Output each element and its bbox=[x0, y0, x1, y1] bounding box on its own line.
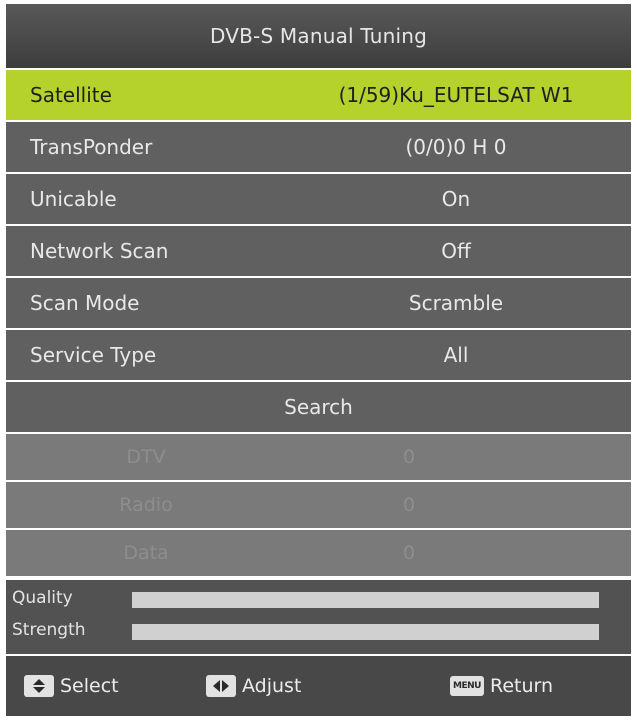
data-label: Data bbox=[123, 542, 169, 564]
dialog-title-text: DVB-S Manual Tuning bbox=[209, 24, 427, 48]
menu-item-transponder[interactable]: TransPonder (0/0)0 H 0 bbox=[6, 122, 631, 172]
strength-bar bbox=[132, 624, 599, 640]
search-label: Search bbox=[284, 395, 353, 419]
adjust-hint: Adjust bbox=[206, 656, 301, 716]
return-hint: MENU Return bbox=[450, 656, 553, 716]
scan-mode-label: Scan Mode bbox=[30, 291, 140, 315]
settings-menu: Satellite (1/59)Ku_EUTELSAT W1 TransPond… bbox=[6, 70, 631, 578]
menu-item-satellite[interactable]: Satellite (1/59)Ku_EUTELSAT W1 bbox=[6, 70, 631, 120]
strength-label: Strength bbox=[12, 620, 86, 640]
result-row-dtv: DTV 0 bbox=[6, 434, 631, 480]
select-hint: Select bbox=[24, 656, 119, 716]
unicable-label: Unicable bbox=[30, 187, 117, 211]
strength-bar-fill bbox=[132, 624, 599, 640]
network-scan-label: Network Scan bbox=[30, 239, 169, 263]
menu-item-service-type[interactable]: Service Type All bbox=[6, 330, 631, 380]
scan-mode-value: Scramble bbox=[408, 291, 504, 315]
data-count: 0 bbox=[402, 542, 416, 564]
left-right-arrows-icon bbox=[206, 675, 236, 697]
unicable-value: On bbox=[441, 187, 471, 211]
radio-count: 0 bbox=[402, 494, 416, 516]
dialog-title: DVB-S Manual Tuning bbox=[6, 4, 631, 68]
signal-panel: Quality Strength bbox=[6, 580, 631, 654]
adjust-hint-label: Adjust bbox=[242, 675, 302, 697]
menu-item-network-scan[interactable]: Network Scan Off bbox=[6, 226, 631, 276]
menu-item-unicable[interactable]: Unicable On bbox=[6, 174, 631, 224]
footer-hints: Select Adjust MENU Return bbox=[6, 656, 631, 716]
quality-bar bbox=[132, 592, 599, 608]
network-scan-value: Off bbox=[441, 239, 471, 263]
radio-label: Radio bbox=[119, 494, 173, 516]
transponder-label: TransPonder bbox=[30, 135, 153, 159]
quality-bar-fill bbox=[132, 592, 599, 608]
menu-key-icon: MENU bbox=[450, 676, 484, 696]
tuning-dialog: DVB-S Manual Tuning Satellite (1/59)Ku_E… bbox=[6, 4, 631, 716]
menu-item-scan-mode[interactable]: Scan Mode Scramble bbox=[6, 278, 631, 328]
up-down-arrows-icon bbox=[24, 675, 54, 697]
result-row-radio: Radio 0 bbox=[6, 482, 631, 528]
satellite-label: Satellite bbox=[30, 83, 112, 107]
service-type-label: Service Type bbox=[30, 343, 157, 367]
result-row-data: Data 0 bbox=[6, 530, 631, 576]
quality-label: Quality bbox=[12, 588, 73, 608]
dtv-label: DTV bbox=[126, 446, 166, 468]
search-button[interactable]: Search bbox=[6, 382, 631, 432]
dtv-count: 0 bbox=[402, 446, 416, 468]
return-hint-label: Return bbox=[490, 675, 554, 697]
satellite-value: (1/59)Ku_EUTELSAT W1 bbox=[338, 83, 574, 107]
transponder-value: (0/0)0 H 0 bbox=[405, 135, 507, 159]
select-hint-label: Select bbox=[60, 675, 119, 697]
service-type-value: All bbox=[443, 343, 469, 367]
